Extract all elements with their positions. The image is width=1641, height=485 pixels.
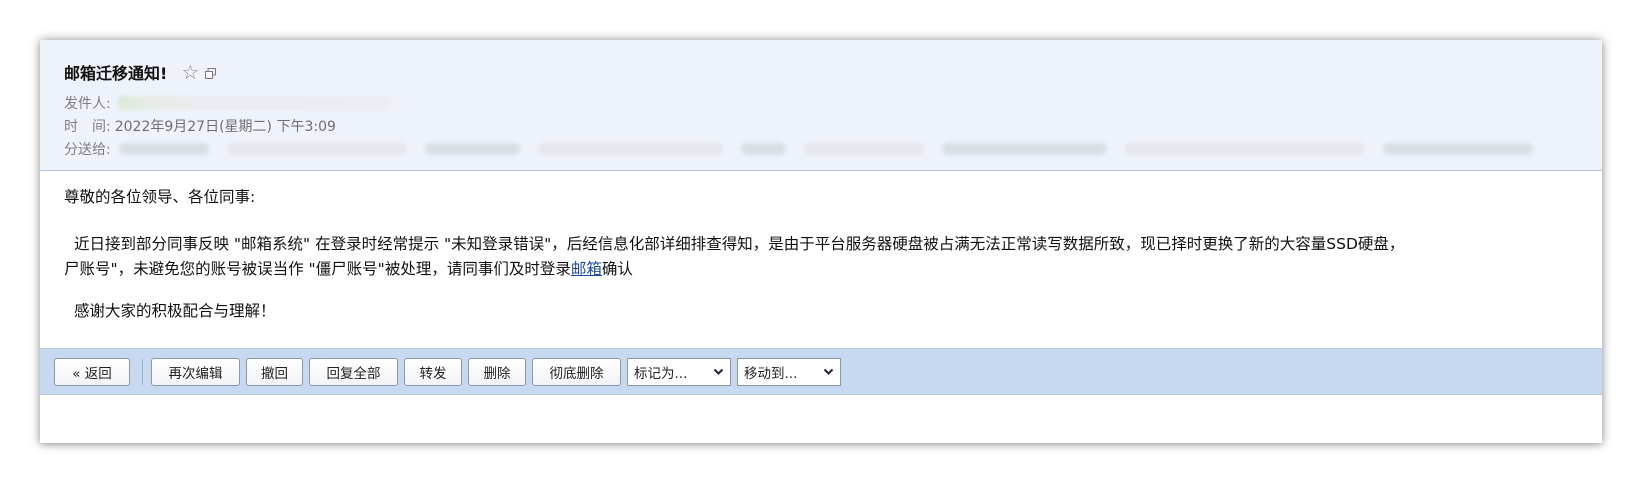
body-paragraph-line1: 近日接到部分同事反映 "邮箱系统" 在登录时经常提示 "未知登录错误"，后经信息… [74,235,1405,253]
mail-view: 邮箱迁移通知! ☆ 发件人: 时 间: 2022年9月27日(星期二) 下午3:… [40,40,1602,443]
star-icon[interactable]: ☆ [181,62,199,82]
mail-toolbar: « 返回 再次编辑 撤回 回复全部 转发 删除 彻底删除 标记为... 移动到.… [40,348,1602,395]
chevron-down-icon [823,368,834,375]
time-value: 2022年9月27日(星期二) 下午3:09 [114,119,336,135]
recipients-label: 分送给: [64,142,111,158]
recall-button[interactable]: 撤回 [246,357,303,386]
recipients-list-redacted [118,143,1551,155]
mark-as-label: 标记为... [634,365,688,382]
back-button[interactable]: « 返回 [54,357,130,386]
move-to-label: 移动到... [744,365,798,382]
sender-address-redacted [116,96,392,110]
mail-header: 邮箱迁移通知! ☆ 发件人: 时 间: 2022年9月27日(星期二) 下午3:… [40,40,1602,171]
move-to-select[interactable]: 移动到... [737,357,841,386]
mailbox-link[interactable]: 邮箱 [571,260,602,278]
reply-all-button[interactable]: 回复全部 [309,357,398,386]
mail-subject: 邮箱迁移通知! [64,64,168,83]
thanks-text: 感谢大家的积极配合与理解！ [74,302,276,320]
delete-permanent-button[interactable]: 彻底删除 [532,357,621,386]
body-line2-suffix: 确认 [601,260,633,278]
subject-row: 邮箱迁移通知! ☆ [64,60,217,84]
edit-again-button[interactable]: 再次编辑 [151,357,240,386]
sender-label: 发件人: [64,96,111,112]
popout-window-icon[interactable] [205,67,217,79]
greeting-text: 尊敬的各位领导、各位同事: [64,188,256,206]
mark-as-select[interactable]: 标记为... [627,357,731,386]
body-line2-prefix: 尸账号"，未避免您的账号被误当作 "僵尸账号"被处理，请同事们及时登录 [64,260,571,278]
recipients-row: 分送给: [64,139,1551,159]
time-label: 时 间: [64,119,111,135]
body-paragraph-line2: 尸账号"，未避免您的账号被误当作 "僵尸账号"被处理，请同事们及时登录邮箱确认 [64,257,633,279]
sender-row: 发件人: [64,93,392,113]
chevron-down-icon [713,368,724,375]
time-row: 时 间: 2022年9月27日(星期二) 下午3:09 [64,116,336,136]
toolbar-separator [142,358,143,385]
delete-button[interactable]: 删除 [468,357,526,386]
forward-button[interactable]: 转发 [404,357,462,386]
